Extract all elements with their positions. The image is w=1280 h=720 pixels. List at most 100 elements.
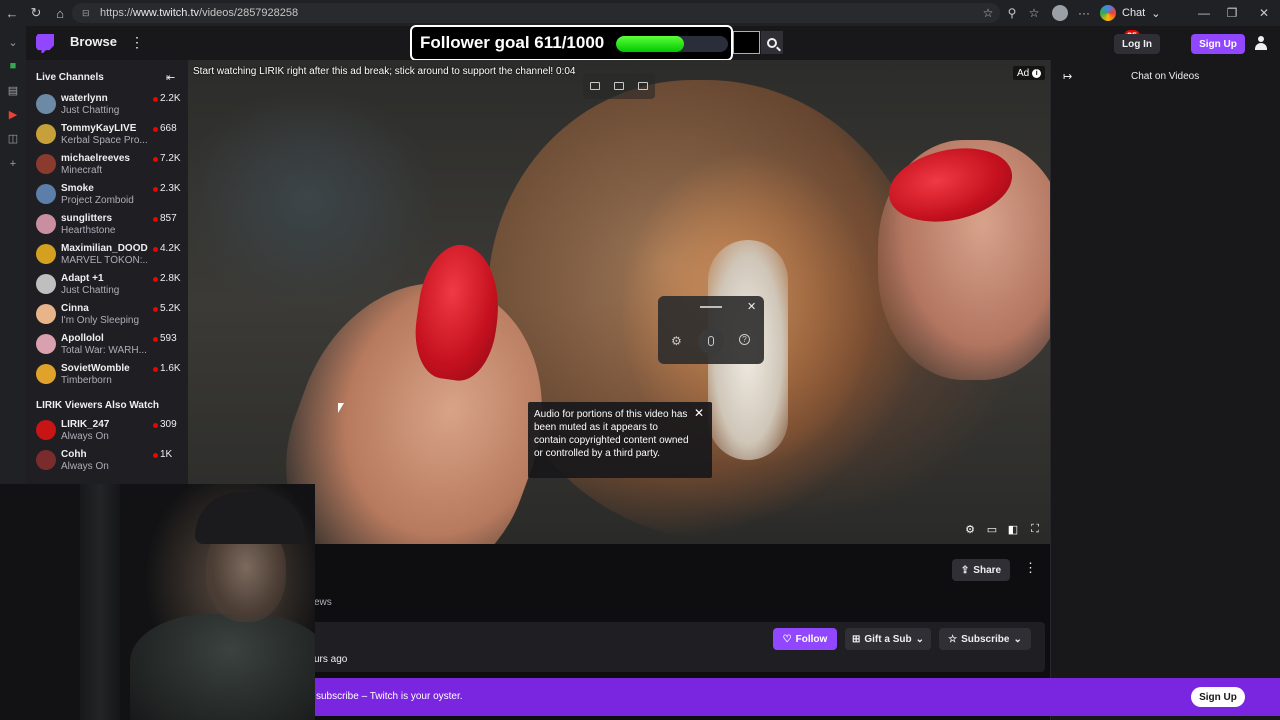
audio-icon[interactable]: ◫: [5, 130, 21, 146]
channel-row[interactable]: waterlynn Just Chatting 2.2K: [26, 90, 188, 120]
webcam-overlay: [0, 484, 315, 720]
live-indicator: [153, 367, 158, 372]
picture-in-picture-icon[interactable]: [614, 82, 624, 90]
viewer-count: 309: [160, 419, 177, 430]
more-menu-icon[interactable]: ···: [1076, 0, 1092, 26]
fullscreen-icon[interactable]: ⛶: [1028, 522, 1042, 536]
address-bar[interactable]: ⊟ https://www.twitch.tv/videos/285792825…: [72, 3, 1000, 23]
favorites-icon[interactable]: ☆: [1026, 0, 1042, 26]
user-icon[interactable]: [1255, 36, 1267, 50]
live-indicator: [153, 157, 158, 162]
channel-category: Timberborn: [61, 375, 112, 386]
settings-gear-icon[interactable]: ⚙: [963, 522, 977, 536]
profile-avatar[interactable]: [1052, 5, 1068, 21]
share-icon: ⇪: [960, 564, 970, 576]
channel-row[interactable]: TommyKayLIVE Kerbal Space Pro... 668: [26, 120, 188, 150]
viewer-count: 1.6K: [160, 363, 181, 374]
channel-name: Adapt +1: [61, 273, 104, 284]
channel-row[interactable]: michaelreeves Minecraft 7.2K: [26, 150, 188, 180]
translate-icon[interactable]: [638, 82, 648, 90]
subscribe-button[interactable]: ☆ Subscribe ⌄: [939, 628, 1031, 650]
chat-title: Chat on Videos: [1131, 71, 1200, 82]
close-icon[interactable]: ✕: [694, 407, 704, 420]
video-info-area: ⇪ Share ⋮ ews urs ago ♡ Follow ⊞ Gift a …: [188, 544, 1050, 678]
chevron-down-icon[interactable]: ⌄: [5, 34, 21, 50]
copilot-chat-button[interactable]: Chat ⌄: [1100, 4, 1160, 22]
search-input[interactable]: [733, 31, 760, 54]
chevron-down-icon: ⌄: [1151, 7, 1161, 20]
signup-button[interactable]: Sign Up: [1191, 34, 1245, 54]
browse-link[interactable]: Browse: [70, 34, 117, 49]
minimize-icon[interactable]: —: [1194, 0, 1214, 26]
twitch-logo-icon[interactable]: [36, 34, 54, 53]
channel-row[interactable]: Adapt +1 Just Chatting 2.8K: [26, 270, 188, 300]
login-button[interactable]: Log In: [1114, 34, 1160, 54]
search-button[interactable]: [761, 31, 783, 54]
channel-category: Hearthstone: [61, 225, 116, 236]
channel-row[interactable]: Cohh Always On 1K: [26, 446, 188, 476]
help-icon[interactable]: ?: [739, 334, 750, 345]
gear-icon[interactable]: ⚙: [671, 334, 682, 348]
add-icon[interactable]: +: [5, 156, 21, 172]
share-button[interactable]: ⇪ Share: [952, 559, 1010, 581]
avatar: [36, 274, 56, 294]
sidebar-toggle-icon[interactable]: ◧: [1006, 522, 1020, 536]
channel-row[interactable]: Apollolol Total War: WARH... 593: [26, 330, 188, 360]
avatar: [36, 94, 56, 114]
channel-row[interactable]: Cinna I'm Only Sleeping 5.2K: [26, 300, 188, 330]
microphone-button[interactable]: [698, 328, 724, 354]
webcam-background-door: [80, 484, 120, 720]
channel-row[interactable]: SovietWomble Timberborn 1.6K: [26, 360, 188, 390]
home-icon[interactable]: ⌂: [48, 0, 72, 26]
youtube-icon[interactable]: ▶: [5, 106, 21, 122]
shopping-icon[interactable]: ■: [5, 58, 21, 74]
more-options-icon[interactable]: ⋮: [1024, 560, 1037, 576]
follow-button[interactable]: ♡ Follow: [773, 628, 837, 650]
channel-category: I'm Only Sleeping: [61, 315, 140, 326]
close-window-icon[interactable]: ✕: [1254, 0, 1274, 26]
channel-name: Maximilian_DOOD: [61, 243, 148, 254]
viewer-count: 2.8K: [160, 273, 181, 284]
refresh-icon[interactable]: ↻: [24, 0, 48, 26]
signup-banner-text: subscribe – Twitch is your oyster.: [316, 691, 463, 702]
follower-goal-progress-fill: [616, 36, 685, 52]
channel-name: waterlynn: [61, 93, 108, 104]
restore-icon[interactable]: ❐: [1222, 0, 1242, 26]
drag-handle[interactable]: [700, 306, 722, 308]
close-icon[interactable]: ✕: [747, 300, 756, 313]
live-indicator: [153, 307, 158, 312]
avatar: [36, 420, 56, 440]
collapse-chat-icon[interactable]: ↦: [1063, 70, 1072, 83]
channel-category: Minecraft: [61, 165, 103, 176]
back-icon[interactable]: ←: [0, 0, 24, 26]
video-player[interactable]: Start watching LIRIK right after this ad…: [188, 60, 1050, 544]
banner-signup-button[interactable]: Sign Up: [1191, 687, 1245, 707]
theatre-mode-icon[interactable]: ▭: [985, 522, 999, 536]
screenshot-icon[interactable]: [590, 82, 600, 90]
channel-name: Smoke: [61, 183, 94, 194]
mouse-cursor: [338, 403, 344, 413]
live-channels-header: Live Channels: [36, 72, 104, 83]
channel-row[interactable]: Smoke Project Zomboid 2.3K: [26, 180, 188, 210]
url-host: www.twitch.tv: [133, 7, 200, 19]
follower-goal-label: Follower goal 611/1000: [420, 33, 605, 52]
subscribe-label: Subscribe: [961, 633, 1010, 645]
channel-row[interactable]: Maximilian_DOOD MARVEL TŌKON:... 4.2K: [26, 240, 188, 270]
live-indicator: [153, 247, 158, 252]
collections-icon[interactable]: ▤: [5, 82, 21, 98]
ad-badge[interactable]: Ad i: [1013, 66, 1046, 80]
also-watch-header: LIRIK Viewers Also Watch: [36, 400, 159, 411]
more-options-icon[interactable]: ⋮: [130, 34, 144, 51]
ad-label: Ad: [1017, 67, 1030, 79]
collapse-sidebar-icon[interactable]: ⇤: [166, 71, 175, 84]
channel-name: SovietWomble: [61, 363, 130, 374]
extension-icon[interactable]: ⚲: [1004, 0, 1020, 26]
site-info-icon[interactable]: ⊟: [82, 8, 92, 18]
muted-audio-tooltip: Audio for portions of this video has bee…: [528, 402, 712, 478]
viewer-count: 857: [160, 213, 177, 224]
channel-row[interactable]: LIRIK_247 Always On 309: [26, 416, 188, 446]
gift-sub-button[interactable]: ⊞ Gift a Sub ⌄: [845, 628, 931, 650]
channel-row[interactable]: sunglitters Hearthstone 857: [26, 210, 188, 240]
favorite-star-icon[interactable]: ☆: [978, 0, 998, 26]
live-indicator: [153, 337, 158, 342]
